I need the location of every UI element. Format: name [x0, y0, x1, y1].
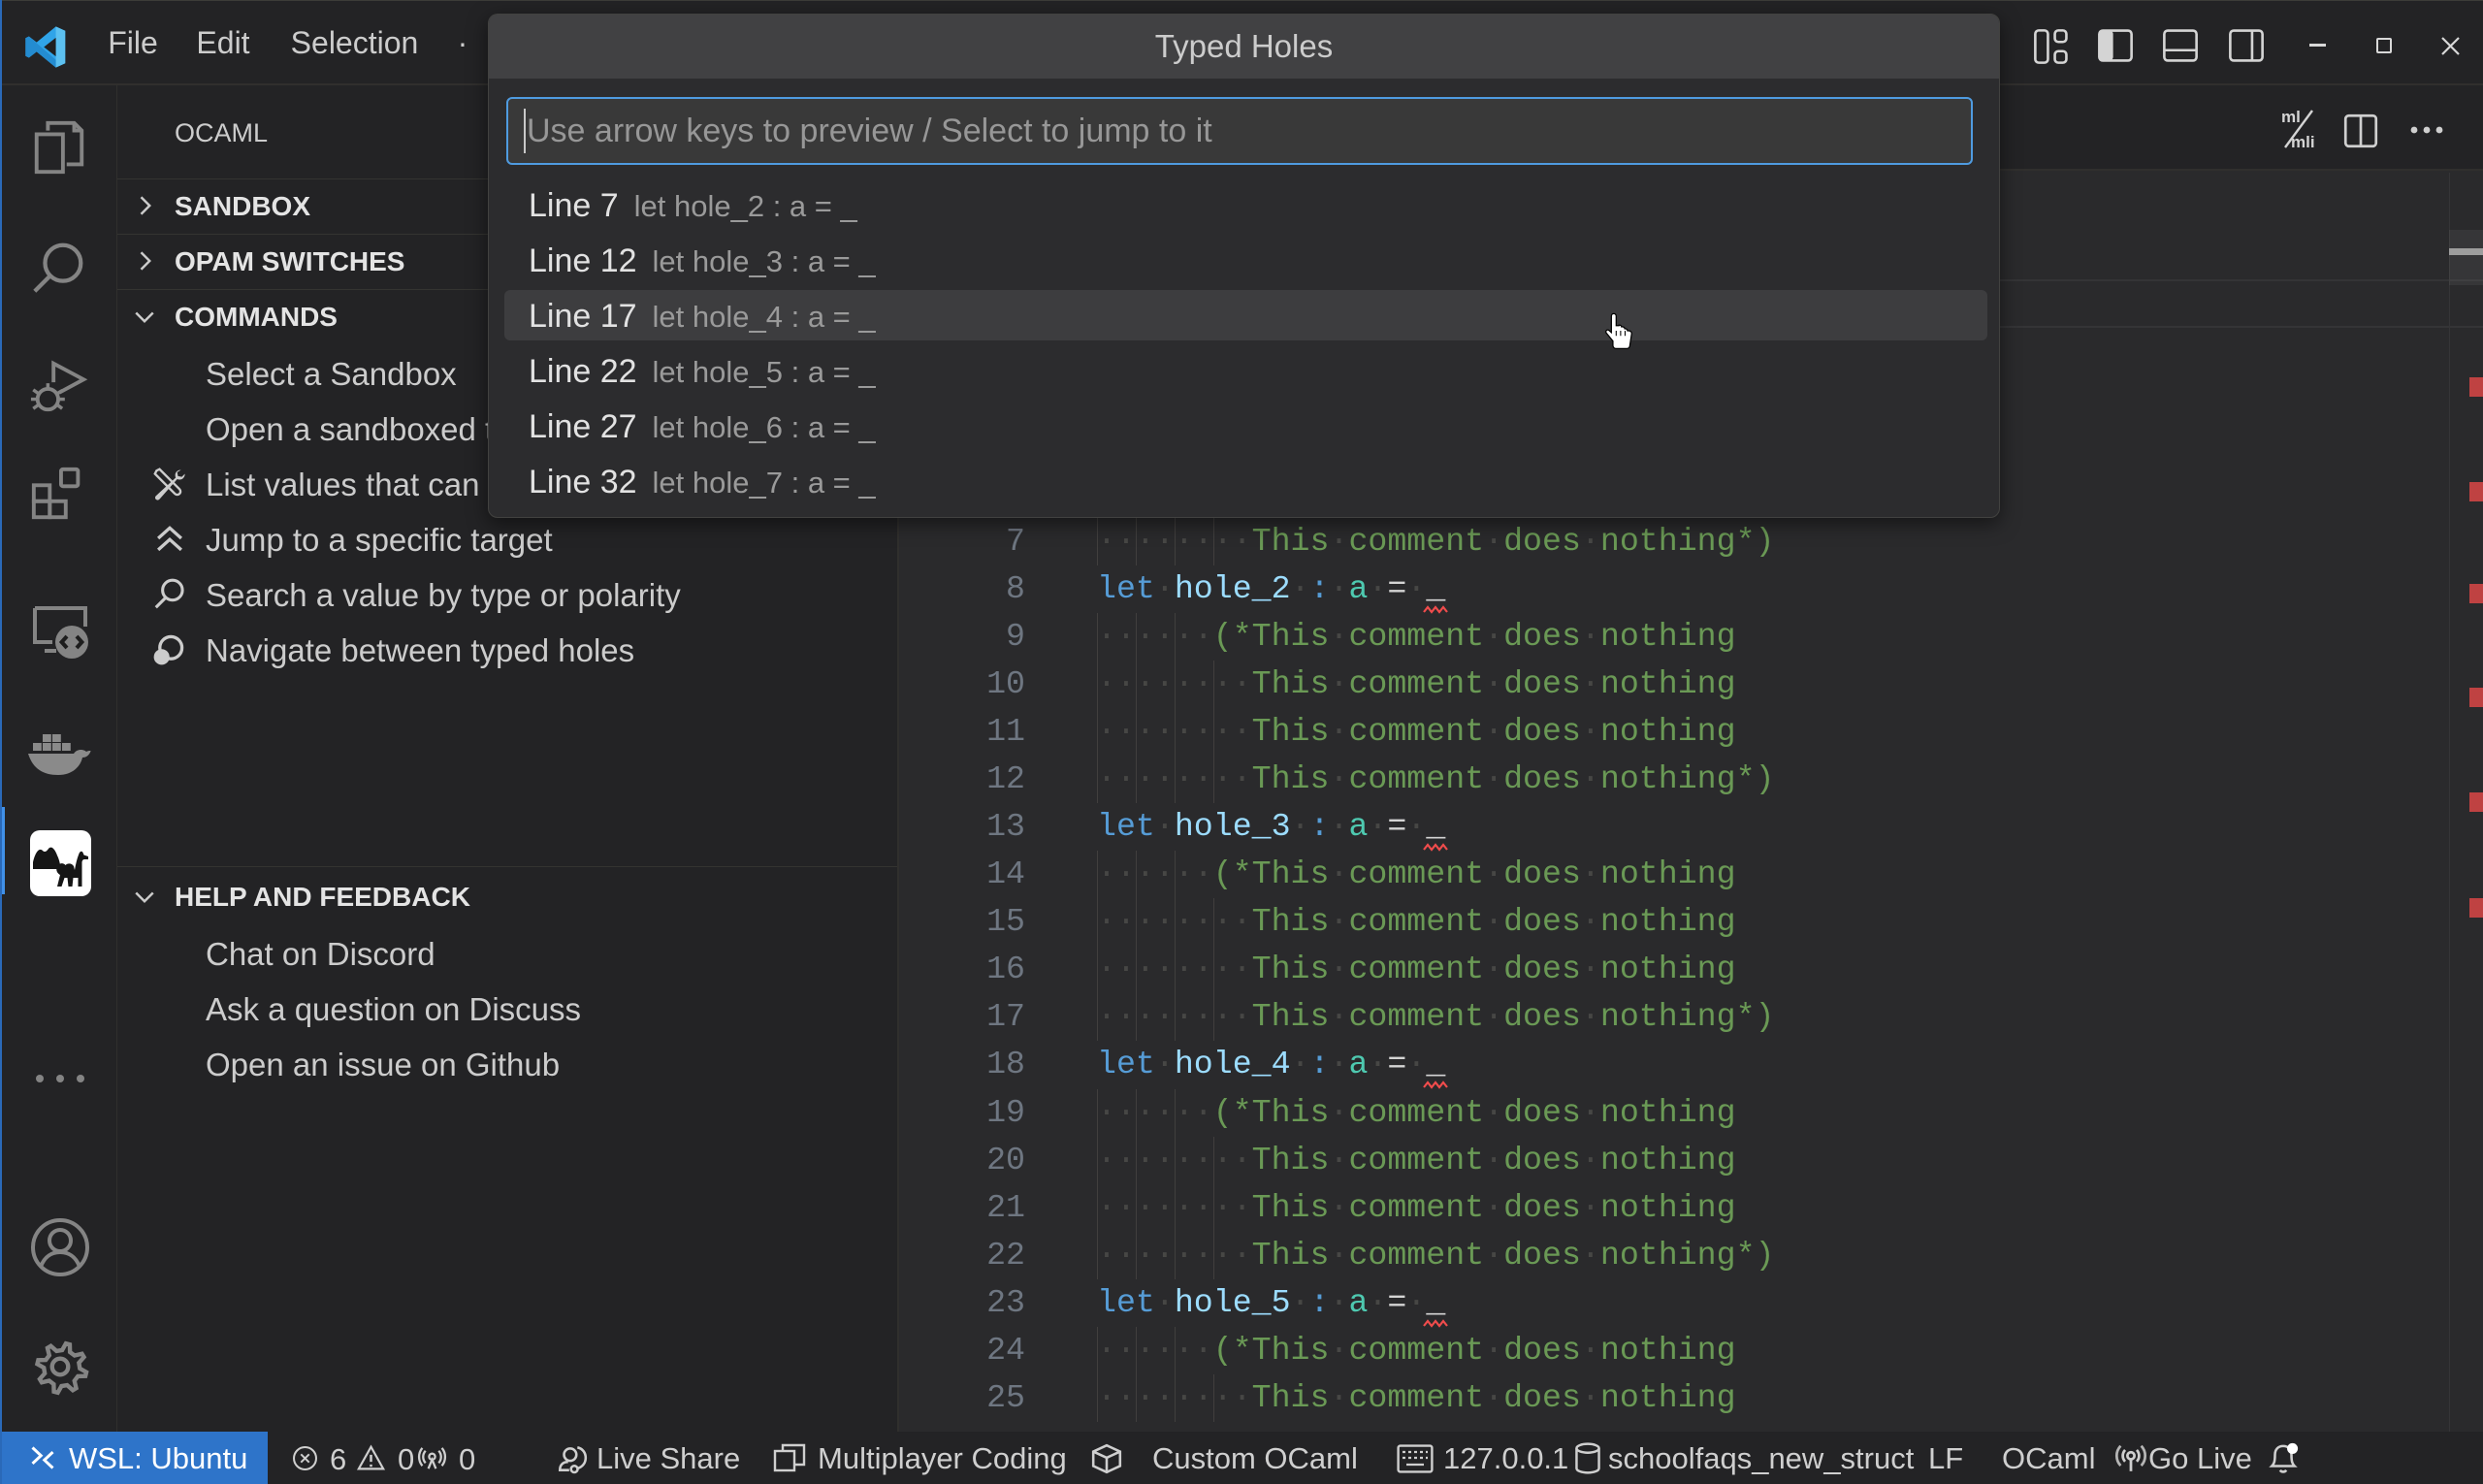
svg-text:ml: ml — [2281, 108, 2301, 126]
